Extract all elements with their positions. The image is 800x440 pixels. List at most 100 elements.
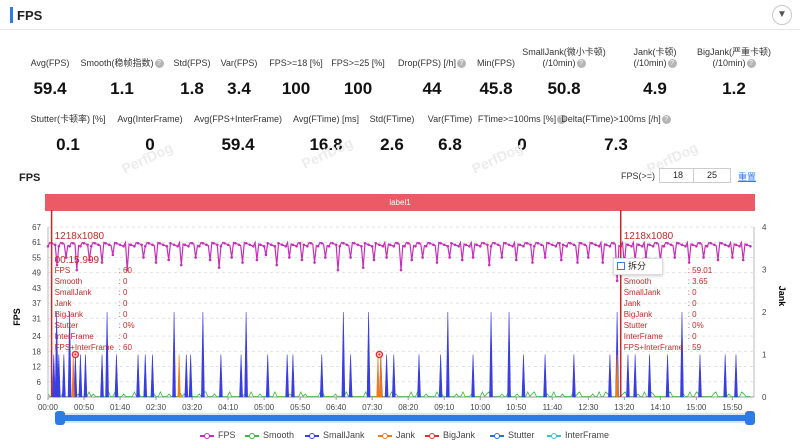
y-right-tick-label: 1 — [762, 351, 767, 360]
x-tick-label: 11:40 — [543, 403, 563, 412]
threshold-input-1[interactable]: 18 — [659, 168, 697, 183]
marker-row-value: : 0 — [119, 288, 128, 297]
fps-point — [518, 243, 522, 247]
legend-label: Smooth — [263, 430, 295, 440]
fps-point — [277, 241, 280, 245]
smalljank-spike — [100, 354, 104, 398]
fps-point — [741, 258, 745, 262]
fps-point — [457, 244, 460, 248]
fps-point — [147, 241, 151, 245]
fps-point — [559, 258, 563, 262]
collapse-toggle-button[interactable]: ▼ — [772, 5, 792, 25]
legend-item-interframe[interactable]: InterFrame — [547, 430, 609, 440]
fps-point — [176, 244, 179, 248]
fps-point — [522, 244, 525, 248]
help-icon[interactable]: ? — [746, 59, 756, 69]
fps-point — [388, 243, 392, 247]
legend-item-fps[interactable]: FPS — [200, 430, 236, 440]
legend-item-stutter[interactable]: Stutter — [490, 430, 535, 440]
slider-handle-right[interactable] — [745, 411, 755, 425]
fps-point — [572, 243, 576, 247]
legend-item-smooth[interactable]: Smooth — [245, 430, 294, 440]
fps-point — [385, 256, 388, 259]
marker-row-value: : 0 — [119, 299, 128, 308]
y-tick-label: 0 — [37, 393, 42, 402]
fps-point — [464, 243, 468, 247]
panel-header: FPS ▼ — [0, 0, 800, 30]
smalljank-spike — [521, 354, 526, 398]
fps-point — [460, 258, 464, 262]
marker-row-value: : 60 — [119, 266, 133, 275]
fps-point — [68, 244, 71, 248]
legend-item-bigjank[interactable]: BigJank — [425, 430, 475, 440]
jank-spike — [379, 354, 383, 398]
smalljank-spike — [184, 354, 189, 398]
legend-label: Stutter — [508, 430, 535, 440]
fps-point — [525, 241, 529, 245]
marker-row-label: Smooth — [624, 277, 652, 286]
fps-point — [608, 244, 612, 248]
label-bar[interactable]: label1 — [45, 194, 755, 211]
y-tick-label: 12 — [32, 363, 41, 372]
fps-point — [215, 243, 219, 247]
fps-point — [349, 256, 352, 259]
fps-point — [302, 243, 306, 247]
legend-item-jank[interactable]: Jank — [378, 430, 415, 440]
fps-point — [142, 256, 145, 259]
fps-point — [414, 244, 417, 248]
stat-value: 7.3 — [604, 135, 628, 154]
slider-handle-left[interactable] — [55, 411, 65, 425]
time-range-slider[interactable] — [55, 411, 755, 425]
fps-point — [565, 244, 568, 248]
smalljank-spike — [723, 354, 727, 398]
fps-point — [97, 243, 100, 247]
fps-point — [372, 258, 376, 262]
fps-point — [500, 256, 504, 259]
stat-label: BigJank(严重卡顿) (/10min)? — [696, 47, 771, 69]
fps-point — [442, 243, 446, 247]
smalljank-spike — [417, 354, 421, 398]
fps-point — [291, 243, 295, 247]
marker-row-label: FPS+InterFrame — [55, 343, 115, 352]
fps-chart[interactable]: 0612182431374349556167 01234 00:00 00:50 0… — [0, 210, 800, 425]
fps-point — [695, 244, 698, 248]
fps-point — [133, 244, 136, 248]
marker-row-label: Stutter — [624, 321, 648, 330]
help-icon[interactable]: ? — [576, 59, 586, 69]
fps-point — [259, 243, 262, 247]
fps-point — [61, 241, 64, 245]
marker-row-label: Stutter — [55, 321, 79, 330]
bigjank-series — [71, 350, 384, 359]
reset-link[interactable]: 重置 — [738, 170, 756, 183]
fps-point — [576, 261, 579, 264]
fps-point — [421, 256, 424, 259]
fps-point — [691, 243, 695, 247]
fps-point — [439, 241, 442, 245]
legend-item-smalljank[interactable]: SmallJank — [305, 430, 365, 440]
y-tick-label: 49 — [32, 269, 41, 278]
threshold-input-2[interactable]: 25 — [693, 168, 731, 183]
marker-row-label: InterFrame — [55, 332, 95, 341]
fps-point — [298, 241, 302, 245]
smalljank-spike — [136, 354, 140, 398]
stat-value: 1.2 — [722, 79, 746, 98]
fps-point — [313, 261, 316, 264]
smalljank-spike — [114, 354, 119, 398]
x-tick-label: 06:40 — [326, 403, 347, 412]
x-tick-label: 03:20 — [182, 403, 203, 412]
help-icon[interactable]: ? — [661, 115, 671, 125]
smalljank-spike — [62, 354, 66, 398]
smalljank-spike — [319, 354, 324, 398]
fps-point — [435, 261, 439, 264]
smalljank-spike — [384, 354, 389, 398]
smalljank-spike — [608, 354, 612, 398]
legend-swatch — [245, 432, 259, 439]
smalljank-spike — [507, 311, 511, 398]
help-icon[interactable]: ? — [667, 59, 677, 69]
fps-point — [264, 253, 268, 257]
fps-point — [360, 244, 363, 248]
marker-row-label: BigJank — [55, 310, 84, 319]
fps-point — [57, 244, 61, 248]
legend-label: BigJank — [443, 430, 476, 440]
split-tooltip[interactable]: 拆分 — [613, 258, 663, 275]
